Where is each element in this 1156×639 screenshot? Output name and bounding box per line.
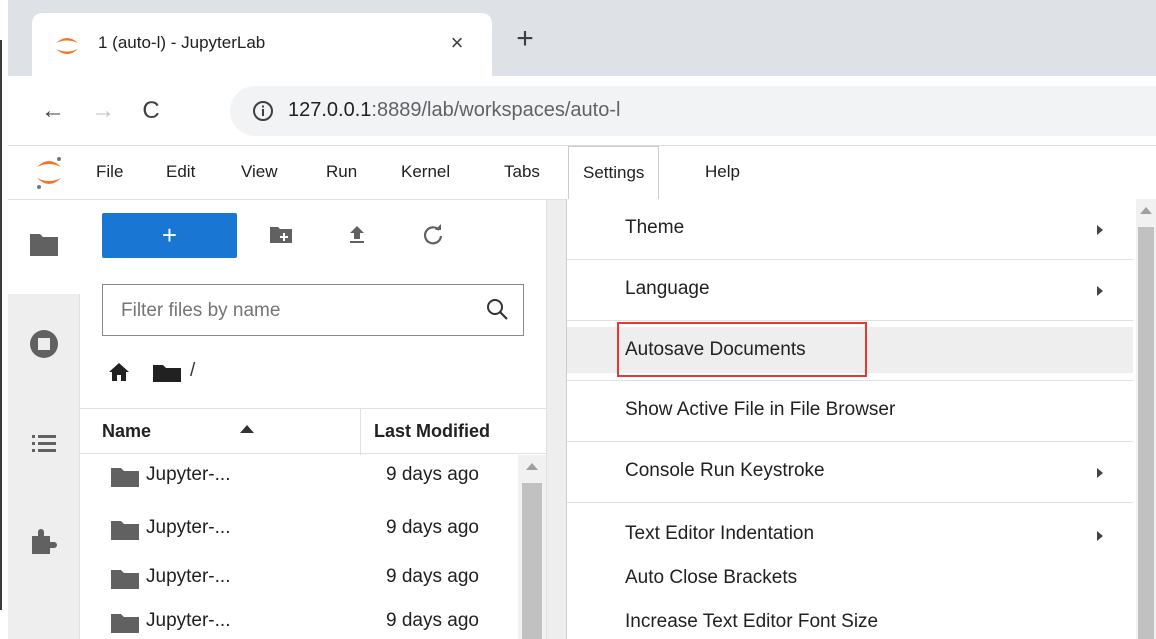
url-host: 127.0.0.1 (288, 99, 372, 121)
breadcrumb-path: / (190, 360, 196, 381)
file-browser-panel: + Filter files by name / Name Last Modif… (80, 200, 546, 639)
menu-tabs[interactable]: Tabs (504, 162, 540, 182)
file-modified: 9 days ago (386, 566, 479, 587)
menu-view[interactable]: View (241, 162, 278, 182)
search-icon (487, 299, 508, 320)
filter-placeholder: Filter files by name (121, 300, 281, 321)
file-row[interactable]: Jupyter-... 9 days ago (80, 600, 520, 639)
folder-icon (111, 614, 139, 633)
annotation-highlight-box (617, 322, 867, 377)
new-launcher-button[interactable]: + (102, 213, 237, 258)
settings-menu: Theme Language Autosave Documents Show A… (566, 199, 1136, 639)
window-left-edge (0, 0, 8, 639)
tab-title: 1 (auto-l) - JupyterLab (98, 33, 266, 52)
address-bar[interactable]: 127.0.0.1:8889/lab/workspaces/auto-l (230, 86, 1156, 136)
jupyter-menubar: File Edit View Run Kernel Tabs Settings … (8, 146, 1156, 201)
column-last-modified[interactable]: Last Modified (374, 421, 490, 442)
menu-run[interactable]: Run (326, 162, 357, 182)
url-path: :8889/lab/workspaces/auto-l (371, 99, 621, 121)
activity-tab-file-browser[interactable] (8, 200, 80, 294)
menu-file[interactable]: File (96, 162, 123, 182)
menu-kernel[interactable]: Kernel (401, 162, 450, 182)
submenu-arrow-icon (1097, 531, 1103, 541)
menu-item-auto-close-brackets[interactable]: Auto Close Brackets (567, 553, 1133, 597)
sort-ascending-icon[interactable] (240, 425, 254, 433)
jupyter-logo-icon (37, 157, 61, 189)
column-divider[interactable] (360, 409, 361, 455)
filter-files-input[interactable]: Filter files by name (102, 284, 524, 336)
menu-item-language[interactable]: Language (567, 260, 1133, 322)
site-info-icon[interactable] (252, 100, 274, 122)
menu-separator (567, 320, 1133, 321)
new-folder-icon[interactable] (268, 222, 294, 248)
reload-button[interactable]: C (136, 96, 166, 126)
menu-scrollbar[interactable] (1136, 199, 1156, 639)
menu-item-label: Text Editor Indentation (625, 523, 815, 544)
browser-tab-strip: 1 (auto-l) - JupyterLab × + (8, 0, 1156, 76)
home-icon[interactable] (108, 362, 130, 382)
file-name: Jupyter-... (146, 464, 231, 485)
folder-icon (30, 234, 58, 256)
menu-item-label: Language (625, 278, 710, 299)
tab-close-icon[interactable]: × (444, 30, 470, 56)
column-name[interactable]: Name (102, 421, 151, 442)
menu-settings[interactable]: Settings (568, 146, 660, 201)
url-text[interactable]: 127.0.0.1:8889/lab/workspaces/auto-l (288, 99, 620, 122)
scrollbar-thumb[interactable] (1138, 227, 1154, 639)
jupyter-favicon-icon (56, 38, 78, 54)
menu-separator (567, 502, 1133, 503)
menu-help[interactable]: Help (705, 162, 740, 182)
submenu-arrow-icon (1097, 468, 1103, 478)
file-list-header: Name Last Modified (80, 408, 546, 455)
activity-sidebar (8, 200, 80, 639)
forward-button[interactable]: → (88, 96, 118, 126)
file-list-scrollbar[interactable] (518, 455, 546, 639)
folder-icon (111, 521, 139, 540)
upload-icon[interactable] (344, 222, 370, 248)
menu-item-show-active-file[interactable]: Show Active File in File Browser (567, 381, 1133, 443)
menu-item-increase-font-size[interactable]: Increase Text Editor Font Size (567, 597, 1133, 639)
browser-toolbar: ← → C 127.0.0.1:8889/lab/workspaces/auto… (8, 76, 1156, 146)
file-row[interactable]: Jupyter-... 9 days ago (80, 454, 520, 507)
file-modified: 9 days ago (386, 517, 479, 538)
running-sessions-icon[interactable] (28, 328, 60, 360)
menu-edit[interactable]: Edit (166, 162, 195, 182)
scroll-up-icon[interactable] (526, 463, 538, 470)
menu-item-text-editor-indentation[interactable]: Text Editor Indentation (567, 505, 1133, 557)
panel-splitter[interactable] (546, 200, 566, 639)
folder-icon[interactable] (152, 363, 182, 383)
folder-icon (111, 468, 139, 487)
menu-item-console-run-keystroke[interactable]: Console Run Keystroke (567, 442, 1133, 504)
file-modified: 9 days ago (386, 464, 479, 485)
menu-item-label: Console Run Keystroke (625, 460, 825, 481)
file-modified: 9 days ago (386, 610, 479, 631)
file-name: Jupyter-... (146, 610, 231, 631)
submenu-arrow-icon (1097, 225, 1103, 235)
extensions-icon[interactable] (28, 524, 60, 556)
menu-item-theme[interactable]: Theme (567, 199, 1133, 261)
new-tab-button[interactable]: + (508, 22, 542, 56)
folder-icon (111, 570, 139, 589)
table-of-contents-icon[interactable] (28, 428, 60, 460)
menu-item-label: Theme (625, 217, 685, 238)
back-button[interactable]: ← (38, 96, 68, 126)
scrollbar-thumb[interactable] (522, 483, 542, 639)
scroll-up-icon[interactable] (1140, 207, 1152, 214)
file-name: Jupyter-... (146, 566, 231, 587)
menu-item-label: Increase Text Editor Font Size (625, 611, 879, 632)
file-name: Jupyter-... (146, 517, 231, 538)
submenu-arrow-icon (1097, 286, 1103, 296)
browser-tab[interactable]: 1 (auto-l) - JupyterLab × (32, 13, 492, 76)
menu-item-label: Show Active File in File Browser (625, 399, 896, 420)
menu-item-label: Auto Close Brackets (625, 567, 798, 588)
refresh-icon[interactable] (420, 222, 446, 248)
file-row[interactable]: Jupyter-... 9 days ago (80, 507, 520, 560)
